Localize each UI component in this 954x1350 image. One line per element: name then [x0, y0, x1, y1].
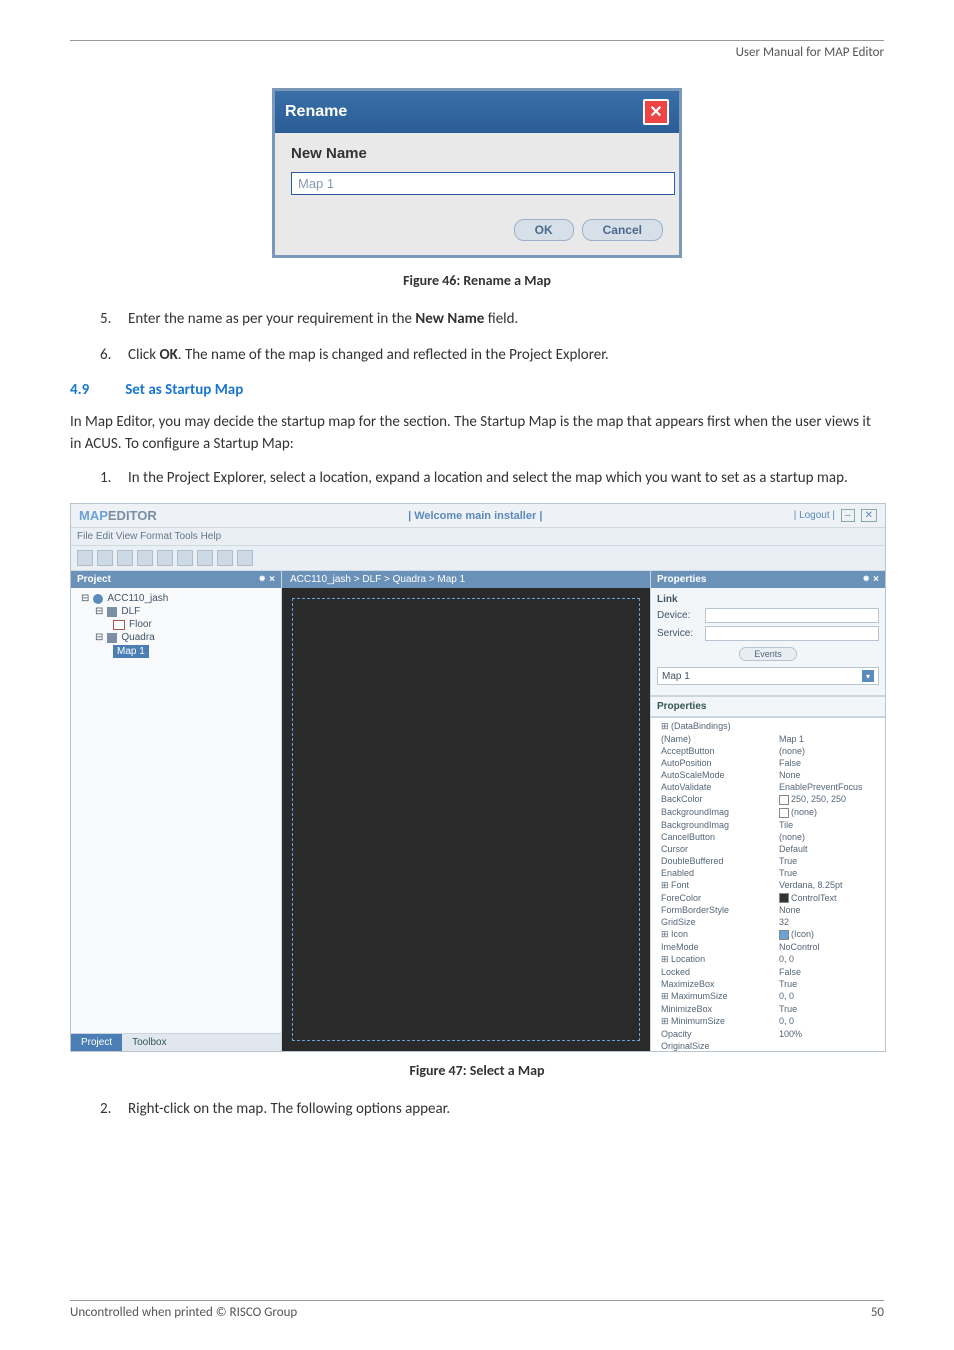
section-number: 4.9 — [70, 381, 89, 399]
tree-selected[interactable]: Map 1 — [113, 645, 149, 658]
property-row[interactable]: GridSize32 — [661, 916, 881, 928]
main-menu[interactable]: File Edit View Format Tools Help — [71, 527, 885, 546]
property-row[interactable]: ⊞ MaximumSize0, 0 — [661, 990, 881, 1003]
section-title: Set as Startup Map — [125, 381, 243, 399]
property-row[interactable]: AcceptButton(none) — [661, 745, 881, 757]
property-row[interactable]: ⊞ FontVerdana, 8.25pt — [661, 879, 881, 892]
step-number: 5. — [100, 309, 128, 331]
property-row[interactable]: FormBorderStyleNone — [661, 904, 881, 916]
figure46-caption: Figure 46: Rename a Map — [70, 272, 884, 289]
toolbar-icon[interactable] — [77, 550, 93, 566]
globe-icon — [93, 594, 103, 604]
selection-box — [292, 598, 640, 1041]
folder-icon — [107, 633, 117, 643]
toolbar-icon[interactable] — [97, 550, 113, 566]
property-row[interactable]: ⊞ Location0, 0 — [661, 953, 881, 966]
property-row[interactable]: (Name)Map 1 — [661, 733, 881, 745]
property-row[interactable]: AutoScaleModeNone — [661, 769, 881, 781]
rename-dialog: Rename ✕ New Name Map 1 OK Cancel — [272, 88, 682, 258]
property-grid[interactable]: ⊞ (DataBindings)(Name)Map 1AcceptButton(… — [651, 717, 885, 1051]
section-paragraph: In Map Editor, you may decide the startu… — [70, 411, 884, 456]
property-row[interactable]: Opacity100% — [661, 1028, 881, 1040]
step-number: 2. — [100, 1099, 128, 1121]
events-button[interactable]: Events — [739, 647, 797, 661]
service-input[interactable] — [705, 626, 879, 641]
property-row[interactable]: ⊞ (DataBindings) — [661, 720, 881, 733]
minimize-icon[interactable]: – — [841, 509, 855, 522]
map-canvas[interactable] — [282, 588, 650, 1051]
property-row[interactable]: BackgroundImagTile — [661, 819, 881, 831]
step-number: 6. — [100, 345, 128, 367]
property-row[interactable]: EnabledTrue — [661, 867, 881, 879]
toolbar-icon[interactable] — [117, 550, 133, 566]
property-row[interactable]: OriginalSize — [661, 1040, 881, 1051]
cancel-button[interactable]: Cancel — [582, 219, 663, 241]
step-6: 6. Click OK. The name of the map is chan… — [100, 345, 884, 367]
property-row[interactable]: MinimizeBoxTrue — [661, 1003, 881, 1015]
toolbar-icon[interactable] — [137, 550, 153, 566]
device-label: Device: — [657, 610, 701, 621]
new-name-label: New Name — [291, 145, 663, 162]
footer-page-number: 50 — [871, 1305, 884, 1320]
property-row[interactable]: ⊞ MinimumSize0, 0 — [661, 1015, 881, 1028]
device-input[interactable] — [705, 608, 879, 623]
property-row[interactable]: ImeModeNoControl — [661, 941, 881, 953]
step-1: 1. In the Project Explorer, select a loc… — [100, 468, 884, 490]
page-header: User Manual for MAP Editor — [70, 45, 884, 60]
toolbar-icon[interactable] — [197, 550, 213, 566]
property-row[interactable]: BackColor250, 250, 250 — [661, 793, 881, 806]
step-number: 1. — [100, 468, 128, 490]
ok-button[interactable]: OK — [514, 219, 574, 241]
property-row[interactable]: ⊞ Icon(Icon) — [661, 928, 881, 941]
toolbar-icon[interactable] — [177, 550, 193, 566]
object-dropdown[interactable]: Map 1 ▾ — [657, 667, 879, 685]
property-row[interactable]: DoubleBufferedTrue — [661, 855, 881, 867]
new-name-input[interactable]: Map 1 — [291, 172, 675, 195]
tab-project[interactable]: Project — [71, 1034, 122, 1051]
titlebar-center: | Welcome main installer | — [408, 510, 542, 522]
panel-pin-icon[interactable]: ⁕ × — [862, 574, 879, 585]
project-tree[interactable]: ⊟ACC110_jash ⊟DLF Floor ⊟Quadra Map 1 — [71, 588, 281, 1033]
figure47-caption: Figure 47: Select a Map — [70, 1062, 884, 1079]
close-icon[interactable]: ✕ — [643, 99, 669, 125]
toolbar[interactable] — [71, 546, 885, 571]
close-icon[interactable]: ✕ — [861, 509, 877, 522]
project-panel-title: Project — [77, 574, 111, 585]
logout-link[interactable]: | Logout | — [794, 510, 835, 521]
property-row[interactable]: LockedFalse — [661, 966, 881, 978]
folder-icon — [107, 607, 117, 617]
property-row[interactable]: ForeColorControlText — [661, 892, 881, 905]
tab-toolbox[interactable]: Toolbox — [122, 1034, 176, 1051]
step-2: 2. Right-click on the map. The following… — [100, 1099, 884, 1121]
property-row[interactable]: MaximizeBoxTrue — [661, 978, 881, 990]
property-row[interactable]: AutoValidateEnablePreventFocus — [661, 781, 881, 793]
step-5: 5. Enter the name as per your requiremen… — [100, 309, 884, 331]
dialog-title: Rename — [285, 103, 347, 121]
toolbar-icon[interactable] — [157, 550, 173, 566]
footer-left: Uncontrolled when printed © RISCO Group — [70, 1305, 297, 1320]
property-row[interactable]: BackgroundImag(none) — [661, 806, 881, 819]
property-row[interactable]: AutoPositionFalse — [661, 757, 881, 769]
mapeditor-window: MAPEDITOR | Welcome main installer | | L… — [70, 503, 886, 1052]
chevron-down-icon[interactable]: ▾ — [862, 670, 874, 682]
properties-sub-heading: Properties — [651, 696, 885, 717]
panel-pin-icon[interactable]: ⁕ × — [258, 574, 275, 585]
breadcrumb: ACC110_jash > DLF > Quadra > Map 1 — [282, 571, 650, 588]
toolbar-icon[interactable] — [217, 550, 233, 566]
property-row[interactable]: CancelButton(none) — [661, 831, 881, 843]
floor-icon — [113, 620, 125, 630]
service-label: Service: — [657, 628, 701, 639]
properties-panel-title: Properties — [657, 574, 706, 585]
app-logo: MAPEDITOR — [79, 508, 157, 523]
toolbar-icon[interactable] — [237, 550, 253, 566]
property-row[interactable]: CursorDefault — [661, 843, 881, 855]
link-heading: Link — [657, 594, 678, 605]
